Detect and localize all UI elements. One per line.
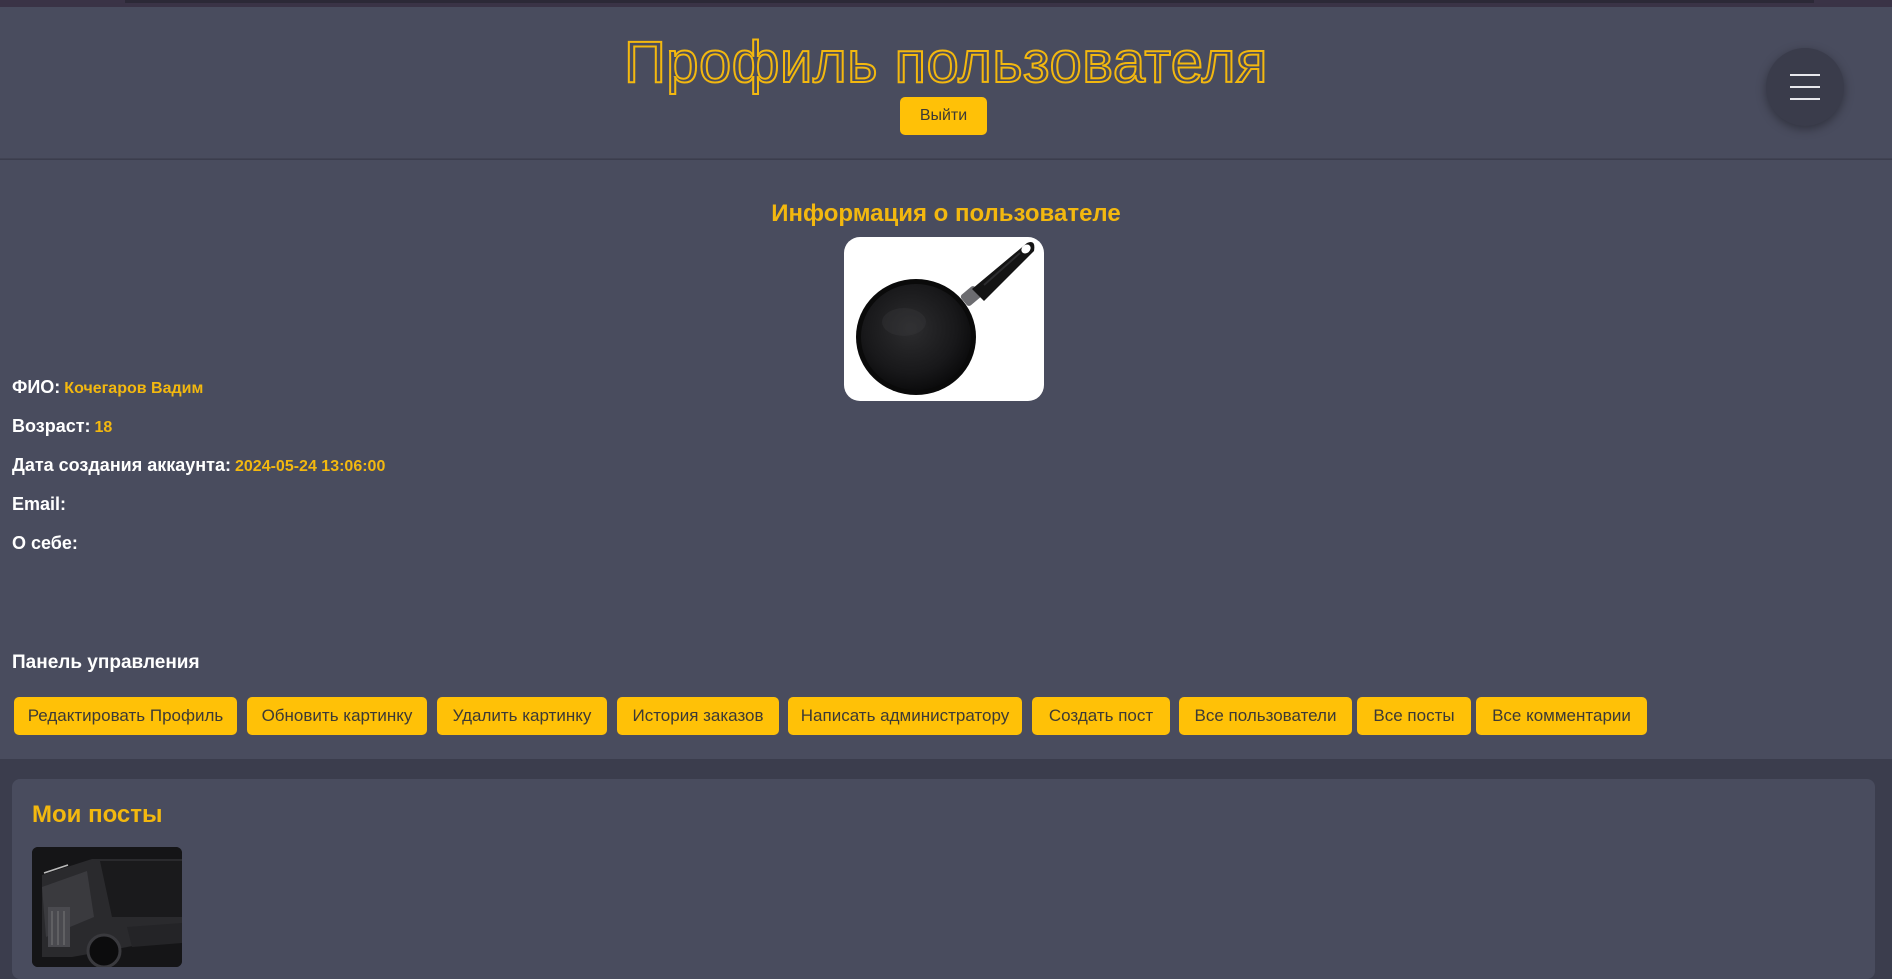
page-header: Профиль пользователя Выйти xyxy=(0,7,1892,159)
my-posts-section: Мои посты xyxy=(12,779,1875,979)
email-label: Email: xyxy=(12,494,67,514)
update-picture-button[interactable]: Обновить картинку xyxy=(247,697,427,735)
all-posts-button[interactable]: Все посты xyxy=(1357,697,1471,735)
email-row: Email: xyxy=(12,494,70,515)
created-label: Дата создания аккаунта: xyxy=(12,455,231,475)
fio-row: ФИО: Кочегаров Вадим xyxy=(12,377,203,398)
my-posts-title: Мои посты xyxy=(32,801,163,828)
fio-value: Кочегаров Вадим xyxy=(64,380,204,397)
delete-picture-button[interactable]: Удалить картинку xyxy=(437,697,607,735)
about-label: О себе: xyxy=(12,533,78,553)
write-admin-button[interactable]: Написать администратору xyxy=(788,697,1022,735)
order-history-button[interactable]: История заказов xyxy=(617,697,779,735)
age-row: Возраст: 18 xyxy=(12,416,112,437)
age-label: Возраст: xyxy=(12,416,91,436)
user-info-heading: Информация о пользователе xyxy=(771,200,1121,227)
all-users-button[interactable]: Все пользователи xyxy=(1179,697,1352,735)
frying-pan-image xyxy=(844,237,1044,401)
created-value: 2024-05-24 13:06:00 xyxy=(235,458,386,475)
age-value: 18 xyxy=(94,419,113,436)
user-info-section: Информация о пользователе ФИО: Кочегаров … xyxy=(0,160,1892,759)
page-title: Профиль пользователя xyxy=(623,29,1268,96)
control-panel-title: Панель управления xyxy=(12,652,200,673)
create-post-button[interactable]: Создать пост xyxy=(1032,697,1170,735)
about-row: О себе: xyxy=(12,533,82,554)
all-comments-button[interactable]: Все комментарии xyxy=(1476,697,1647,735)
edit-profile-button[interactable]: Редактировать Профиль xyxy=(14,697,237,735)
created-row: Дата создания аккаунта: 2024-05-24 13:06:… xyxy=(12,455,385,476)
truck-photo-thumbnail[interactable] xyxy=(32,847,182,967)
logout-button[interactable]: Выйти xyxy=(900,97,987,135)
fio-label: ФИО: xyxy=(12,377,61,397)
hamburger-menu-icon[interactable] xyxy=(1766,48,1844,126)
top-border xyxy=(0,0,1892,7)
